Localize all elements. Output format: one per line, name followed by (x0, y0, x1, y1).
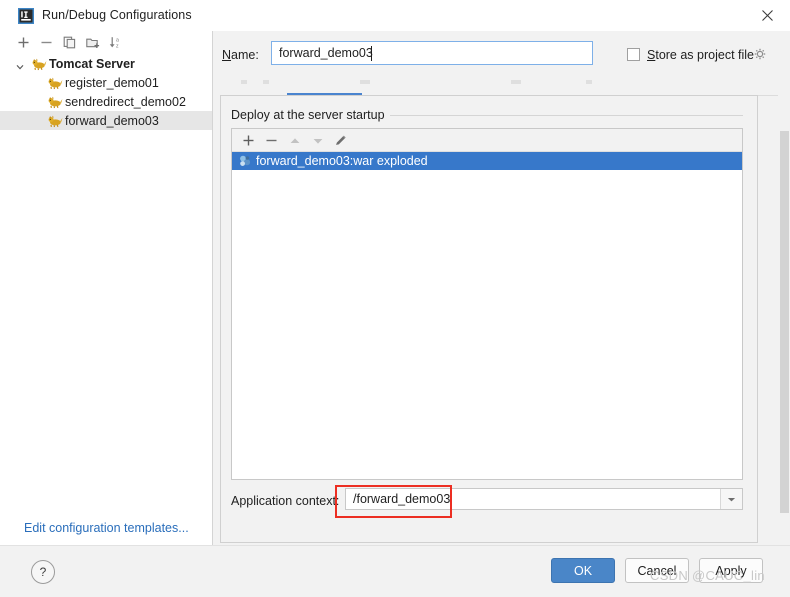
name-input-value: forward_demo03 (279, 46, 373, 60)
tab-ghost-4[interactable] (586, 80, 592, 84)
svg-text:z: z (116, 43, 119, 49)
configurations-sidebar: a z Tomcat Server register_demo01 sendre… (0, 31, 212, 545)
tab-ghost-0[interactable] (241, 80, 247, 84)
add-artifact-icon[interactable] (240, 132, 257, 149)
editor-scrollbar-track[interactable] (778, 95, 790, 543)
tab-ghost-1[interactable] (263, 80, 269, 84)
artifact-label: forward_demo03:war exploded (256, 154, 428, 168)
watermark: CSDN @CAUC_lin (650, 568, 765, 583)
text-caret (371, 46, 372, 61)
application-context-label: Application context: (231, 494, 340, 508)
help-button[interactable]: ? (31, 560, 55, 584)
tomcat-icon (48, 114, 63, 128)
add-configuration-icon[interactable] (15, 34, 32, 51)
edit-configuration-templates-link[interactable]: Edit configuration templates... (24, 521, 189, 535)
ok-button[interactable]: OK (551, 558, 615, 583)
title-bar: Run/Debug Configurations (0, 0, 790, 31)
store-as-project-file-label[interactable]: Store as project file (647, 48, 754, 62)
close-icon[interactable] (744, 0, 790, 31)
name-label: Name: (222, 48, 259, 62)
copy-configuration-icon[interactable] (61, 34, 78, 51)
deploy-group-title: Deploy at the server startup (231, 108, 390, 122)
editor-scrollbar-thumb[interactable] (780, 131, 789, 513)
name-input[interactable]: forward_demo03 (271, 41, 593, 65)
tomcat-icon (32, 57, 47, 71)
chevron-down-icon[interactable] (720, 489, 742, 509)
run-debug-configurations-dialog: Run/Debug Configurations a z Tomcat Serv… (0, 0, 790, 597)
intellij-idea-icon (18, 8, 34, 24)
tree-node-label: forward_demo03 (65, 113, 159, 128)
store-as-project-file-checkbox[interactable] (627, 48, 640, 61)
annotation-highlight-box (335, 485, 452, 518)
sidebar-toolbar: a z (0, 31, 212, 53)
move-down-icon (309, 132, 326, 149)
artifacts-toolbar (232, 129, 742, 152)
tab-ghost-3[interactable] (511, 80, 521, 84)
tomcat-icon (48, 95, 63, 109)
deploy-panel: Deploy at the server startup forward_dem… (220, 95, 758, 543)
configuration-tabs (220, 73, 782, 96)
artifact-row[interactable]: forward_demo03:war exploded (232, 152, 742, 170)
tab-ghost-2[interactable] (360, 80, 370, 84)
remove-artifact-icon[interactable] (263, 132, 280, 149)
tree-node-sendredirect-demo02[interactable]: sendredirect_demo02 (0, 92, 212, 111)
configurations-tree: Tomcat Server register_demo01 sendredire… (0, 54, 212, 130)
artifact-icon (238, 154, 252, 168)
tree-node-forward-demo03[interactable]: forward_demo03 (0, 111, 212, 130)
sort-configurations-icon[interactable]: a z (107, 34, 124, 51)
window-title: Run/Debug Configurations (42, 8, 192, 22)
tree-node-tomcat-server[interactable]: Tomcat Server (0, 54, 212, 73)
artifacts-list-box: forward_demo03:war exploded (231, 128, 743, 480)
chevron-down-icon[interactable] (16, 60, 24, 70)
move-up-icon (286, 132, 303, 149)
tree-node-label: register_demo01 (65, 75, 159, 90)
configuration-editor-pane: Name: forward_demo03 Store as project fi… (213, 31, 790, 545)
gear-icon[interactable] (754, 48, 767, 61)
save-configuration-folder-icon[interactable] (84, 34, 101, 51)
remove-configuration-icon[interactable] (38, 34, 55, 51)
tree-node-label: sendredirect_demo02 (65, 94, 186, 109)
tomcat-icon (48, 76, 63, 90)
tree-node-register-demo01[interactable]: register_demo01 (0, 73, 212, 92)
edit-artifact-icon[interactable] (332, 132, 349, 149)
tree-node-label: Tomcat Server (49, 56, 135, 71)
